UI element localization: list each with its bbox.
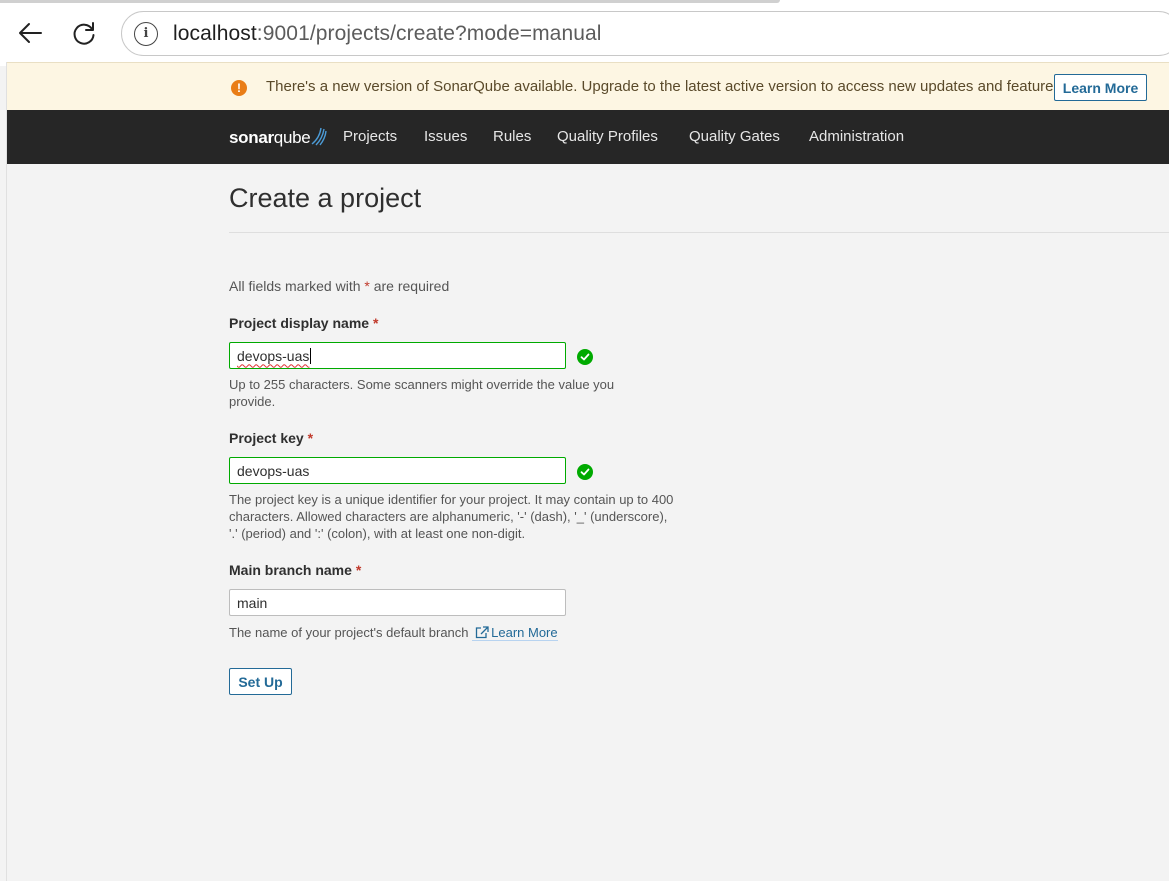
back-arrow-icon (19, 23, 42, 43)
address-bar[interactable]: i localhost:9001/projects/create?mode=ma… (121, 11, 1169, 56)
sonarqube-logo[interactable]: sonarqube (229, 124, 328, 148)
nav-quality-gates[interactable]: Quality Gates (689, 128, 780, 145)
browser-toolbar: i localhost:9001/projects/create?mode=ma… (0, 0, 1169, 66)
url-path: :9001/projects/create?mode=manual (256, 21, 602, 45)
required-note: All fields marked with * are required (229, 278, 449, 294)
display-name-label-text: Project display name (229, 315, 370, 331)
tab-strip (0, 0, 780, 3)
info-icon[interactable]: i (134, 21, 158, 46)
required-star: * (355, 562, 362, 578)
project-key-input[interactable]: devops-uas (229, 457, 566, 484)
branch-help-text: The name of your project's default branc… (229, 625, 469, 640)
nav-rules[interactable]: Rules (493, 128, 531, 145)
branch-name-label-text: Main branch name (229, 562, 352, 578)
display-name-input[interactable]: devops-uas (229, 342, 566, 369)
required-star: * (372, 315, 379, 331)
branch-learn-more-text: Learn More (491, 625, 558, 640)
title-divider (229, 232, 1169, 233)
project-key-label-text: Project key (229, 430, 304, 446)
display-name-label: Project display name * (229, 315, 378, 331)
branch-name-value: main (237, 594, 268, 611)
branch-learn-more-link[interactable]: Learn More (472, 625, 558, 641)
nav-projects[interactable]: Projects (343, 128, 397, 145)
banner-learn-more-button[interactable]: Learn More (1054, 74, 1147, 101)
upgrade-banner: ! There's a new version of SonarQube ava… (7, 62, 1169, 110)
check-circle-icon (577, 349, 593, 365)
branch-name-input[interactable]: main (229, 589, 566, 616)
logo-waves-icon (311, 127, 328, 146)
external-link-icon (475, 626, 489, 639)
reload-icon (73, 22, 95, 45)
text-caret (310, 347, 312, 364)
project-key-label: Project key * (229, 430, 313, 446)
required-star: * (364, 278, 370, 294)
banner-message: There's a new version of SonarQube avail… (266, 78, 1066, 95)
check-circle-icon (577, 464, 593, 480)
setup-button[interactable]: Set Up (229, 668, 292, 695)
project-key-value: devops-uas (237, 462, 310, 479)
url-host: localhost (173, 21, 257, 45)
display-name-value: devops-uas (237, 347, 310, 364)
page-title: Create a project (229, 183, 422, 213)
reload-button[interactable] (68, 17, 100, 49)
nav-administration[interactable]: Administration (809, 128, 904, 145)
logo-text-bold: sonar (229, 128, 274, 147)
required-note-pre: All fields marked with (229, 278, 361, 294)
required-note-post: are required (373, 278, 450, 294)
nav-issues[interactable]: Issues (424, 128, 467, 145)
branch-name-label: Main branch name * (229, 562, 361, 578)
nav-quality-profiles[interactable]: Quality Profiles (557, 128, 658, 145)
logo-text-rest: qube (273, 128, 311, 147)
back-button[interactable] (14, 17, 46, 49)
display-name-help: Up to 255 characters. Some scanners migh… (229, 377, 615, 409)
page-content: ! There's a new version of SonarQube ava… (6, 62, 1169, 881)
branch-name-help: The name of your project's default branc… (229, 624, 674, 641)
project-key-help: The project key is a unique identifier f… (229, 492, 674, 541)
warning-icon: ! (231, 80, 247, 96)
top-navbar: sonarqube Projects Issues Rules Quality … (7, 110, 1169, 164)
required-star: * (307, 430, 314, 446)
url-text[interactable]: localhost:9001/projects/create?mode=manu… (173, 22, 602, 46)
